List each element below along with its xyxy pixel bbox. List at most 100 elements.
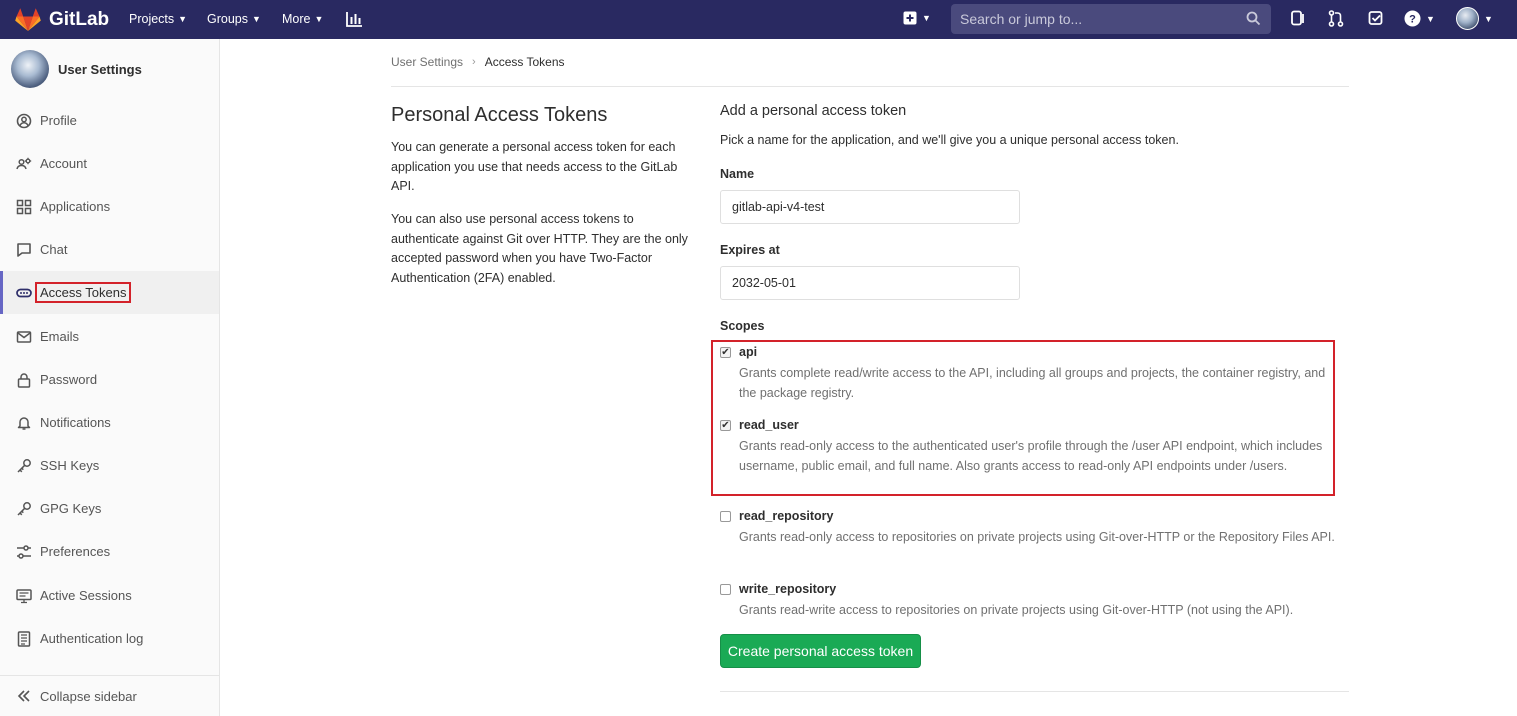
search-placeholder: Search or jump to... (960, 11, 1083, 27)
collapse-sidebar-label: Collapse sidebar (40, 688, 137, 704)
token-icon (16, 285, 32, 301)
sidebar-item-label: Chat (40, 242, 68, 257)
account-icon (16, 156, 32, 172)
sidebar-item-label: Notifications (40, 415, 111, 430)
chevron-right-icon: › (472, 56, 476, 68)
sidebar-item-preferences[interactable]: Preferences (0, 530, 219, 573)
scope-description: Grants read-only access to the authentic… (739, 439, 1323, 473)
expires-at-input[interactable] (720, 266, 1020, 300)
intro-paragraph: You can generate a personal access token… (391, 140, 678, 193)
sidebar-item-profile[interactable]: Profile (0, 99, 219, 142)
scope-name: api (739, 345, 758, 359)
new-item-dropdown[interactable]: ▼ (903, 11, 931, 25)
form-description: Pick a name for the application, and we'… (720, 133, 1179, 147)
groups-label: Groups (207, 12, 248, 26)
chevron-down-icon: ▼ (252, 14, 261, 24)
sidebar-item-label: Profile (40, 113, 77, 128)
brand-name: GitLab (49, 8, 110, 30)
sidebar-item-label: SSH Keys (40, 458, 100, 473)
breadcrumb-current[interactable]: Access Tokens (485, 55, 565, 69)
scope-checkbox-read-user[interactable]: ✔ (720, 420, 731, 431)
svg-text:?: ? (1409, 14, 1416, 26)
chat-icon (16, 242, 32, 258)
lock-icon (16, 372, 32, 388)
sidebar-item-account[interactable]: Account (0, 142, 219, 185)
token-name-input[interactable] (720, 190, 1020, 224)
applications-icon (16, 199, 32, 215)
sidebar-item-authentication-log[interactable]: Authentication log (0, 617, 219, 660)
chevron-down-icon: ▼ (178, 14, 188, 24)
scopes-label: Scopes (720, 319, 765, 333)
sidebar-item-gpg-keys[interactable]: GPG Keys (0, 487, 219, 530)
activity-chart-icon[interactable] (346, 11, 363, 30)
create-token-button[interactable]: Create personal access token (720, 634, 921, 668)
more-label: More (282, 12, 311, 26)
expires-label: Expires at (720, 243, 780, 257)
mail-icon (16, 329, 32, 345)
scope-name: read_repository (739, 509, 834, 523)
breadcrumb: User Settings › Access Tokens (391, 55, 565, 69)
todos-icon[interactable] (1368, 10, 1384, 30)
sidebar-item-label: Account (40, 156, 87, 171)
scope-description: Grants read-only access to repositories … (739, 530, 1335, 544)
key-icon (16, 458, 32, 474)
scope-checkbox-api[interactable]: ✔ (720, 347, 731, 358)
tanuki-icon (15, 7, 41, 31)
sidebar-item-notifications[interactable]: Notifications (0, 401, 219, 444)
key-icon (16, 501, 32, 517)
merge-requests-icon[interactable] (1328, 10, 1344, 30)
sidebar-item-emails[interactable]: Emails (0, 315, 219, 358)
avatar (1456, 7, 1479, 30)
projects-menu[interactable]: Projects ▼ (129, 12, 187, 26)
form-title: Add a personal access token (720, 103, 907, 119)
divider (720, 691, 1349, 692)
scope-checkbox-read-repository[interactable] (720, 511, 731, 522)
scope-description: Grants read-write access to repositories… (739, 603, 1294, 617)
sidebar-item-label: Preferences (40, 544, 111, 559)
sidebar-item-applications[interactable]: Applications (0, 185, 219, 228)
sidebar-item-chat[interactable]: Chat (0, 228, 219, 271)
sidebar-item-active-sessions[interactable]: Active Sessions (0, 574, 219, 617)
chevron-down-icon: ▼ (314, 14, 324, 24)
chevron-down-icon: ▼ (1426, 13, 1435, 24)
chevron-down-icon: ▼ (1484, 13, 1493, 24)
sidebar-item-label: GPG Keys (40, 501, 102, 516)
top-navbar: GitLab Projects ▼ Groups ▼ More ▼ ▼ Search … (0, 0, 1517, 39)
search-input[interactable]: Search or jump to... (951, 4, 1271, 34)
more-menu[interactable]: More ▼ (282, 12, 323, 26)
profile-icon (16, 113, 32, 129)
plus-square-icon (903, 11, 917, 25)
sidebar-item-ssh-keys[interactable]: SSH Keys (0, 444, 219, 487)
sidebar-item-label: Emails (40, 329, 80, 344)
groups-menu[interactable]: Groups ▼ (207, 12, 261, 26)
issues-icon[interactable] (1290, 10, 1306, 30)
sidebar-item-label: Authentication log (40, 631, 144, 646)
sidebar-item-password[interactable]: Password (0, 358, 219, 401)
sidebar-item-label: Applications (40, 199, 111, 214)
sidebar-item-label: Active Sessions (40, 588, 132, 603)
scope-checkbox-write-repository[interactable] (720, 584, 731, 595)
breadcrumb-parent[interactable]: User Settings (391, 55, 463, 69)
log-icon (16, 630, 32, 647)
name-label: Name (720, 167, 755, 181)
help-menu[interactable]: ? ▼ (1404, 10, 1435, 27)
settings-sidebar: User Settings Profile Account Applicatio… (0, 39, 220, 716)
question-icon: ? (1404, 10, 1421, 27)
intro-paragraph: You can also use personal access tokens … (391, 212, 688, 285)
search-icon (1246, 11, 1261, 26)
double-chevron-left-icon (16, 688, 32, 704)
sliders-icon (16, 544, 32, 560)
monitor-icon (16, 588, 32, 604)
user-menu[interactable]: ▼ (1456, 7, 1493, 30)
projects-label: Projects (129, 12, 175, 26)
gitlab-logo[interactable]: GitLab (15, 7, 110, 32)
avatar (11, 50, 49, 88)
scope-name: write_repository (739, 582, 837, 596)
sidebar-header[interactable]: User Settings (11, 50, 142, 88)
collapse-sidebar-button[interactable]: Collapse sidebar (0, 675, 219, 716)
page-title: Personal Access Tokens (391, 104, 608, 126)
sidebar-item-access-tokens[interactable]: Access Tokens (0, 271, 219, 314)
sidebar-item-label: Access Tokens (35, 282, 132, 303)
scope-name: read_user (739, 418, 799, 432)
sidebar-item-label: Password (40, 372, 98, 387)
